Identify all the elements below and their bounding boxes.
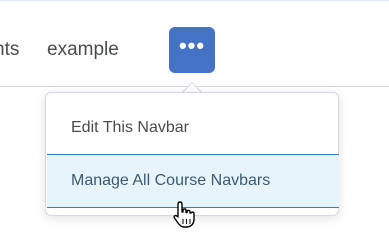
ellipsis-icon: ••• [178,33,206,58]
menu-item-edit-this-navbar[interactable]: Edit This Navbar [47,102,339,154]
course-navbar: nts example ••• [0,1,389,87]
nav-link-truncated[interactable]: nts [0,39,19,61]
navbar-options-dropdown: Edit This Navbar Manage All Course Navba… [45,92,339,216]
navbar-more-options-button[interactable]: ••• [169,27,215,73]
hand-pointer-icon [173,201,195,228]
nav-link-example[interactable]: example [47,39,119,61]
